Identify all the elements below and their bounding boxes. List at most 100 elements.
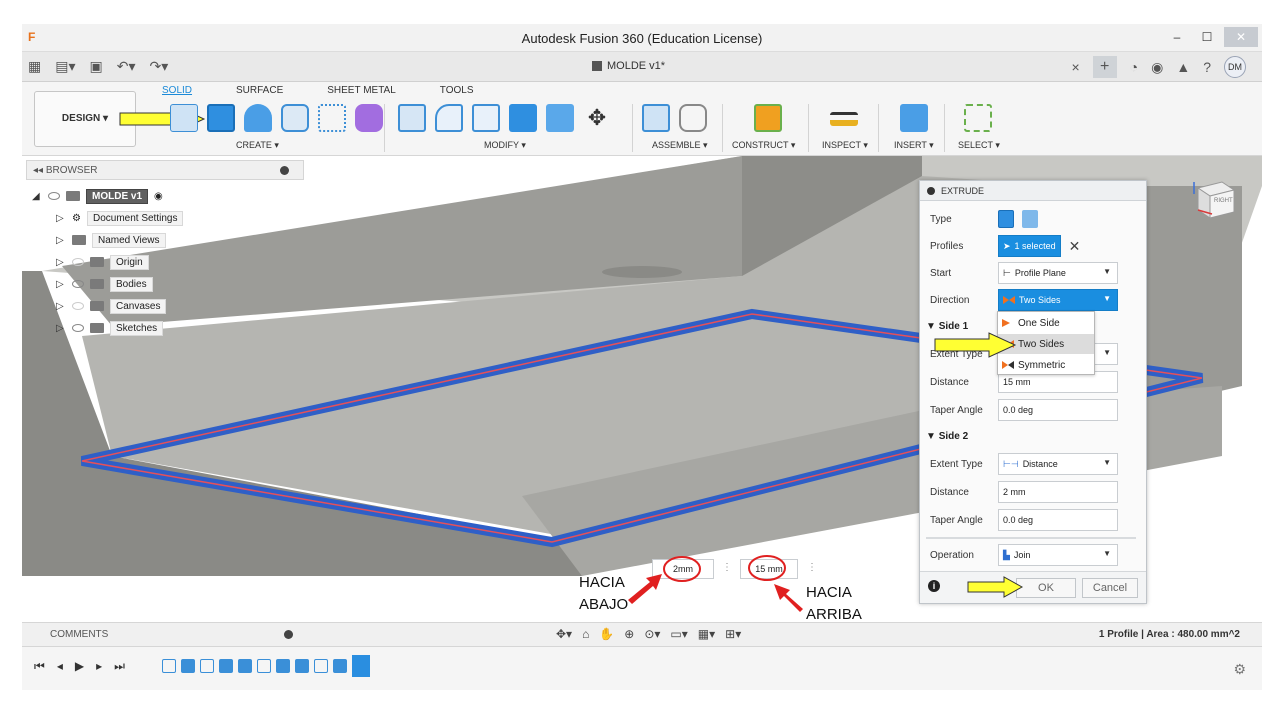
gear-icon[interactable]: ⚙ xyxy=(1233,661,1246,678)
timeline-sketch-icon[interactable] xyxy=(257,659,271,673)
data-panel-icon[interactable]: ▦ xyxy=(28,58,41,75)
expand-icon[interactable]: ▷ xyxy=(56,323,66,334)
inspect-menu[interactable]: INSPECT ▾ xyxy=(822,140,868,151)
viewcube[interactable]: RIGHT xyxy=(1192,180,1236,220)
create-form-icon[interactable] xyxy=(355,104,383,132)
timeline-extrude-icon[interactable] xyxy=(181,659,195,673)
profiles-selector[interactable]: ➤ 1 selected xyxy=(998,235,1061,257)
job-status-icon[interactable]: ◔ xyxy=(1130,59,1138,75)
create-menu[interactable]: CREATE ▾ xyxy=(236,140,279,151)
hidden-visibility-icon[interactable] xyxy=(72,302,84,310)
new-tab-button[interactable]: + xyxy=(1092,56,1117,78)
pan-icon[interactable]: ✋ xyxy=(599,627,614,641)
expand-icon[interactable]: ▷ xyxy=(56,213,66,224)
side2-distance-input[interactable]: 2 mm xyxy=(998,481,1118,503)
joint-icon[interactable] xyxy=(679,104,707,132)
tree-item-sketches[interactable]: ▷ Sketches xyxy=(32,317,304,339)
activate-icon[interactable]: ◉ xyxy=(154,191,163,202)
measure-icon[interactable] xyxy=(830,112,858,126)
construct-menu[interactable]: CONSTRUCT ▾ xyxy=(732,140,795,151)
file-menu-icon[interactable]: ▤▾ xyxy=(55,58,75,75)
cancel-button[interactable]: Cancel xyxy=(1082,578,1138,598)
solid-extrude-icon[interactable] xyxy=(998,210,1014,228)
go-to-end-icon[interactable]: ⏭ xyxy=(114,659,125,674)
side1-header[interactable]: ▼ Side 1 xyxy=(926,321,968,332)
hidden-visibility-icon[interactable] xyxy=(72,258,84,266)
fillet-icon[interactable] xyxy=(435,104,463,132)
direction-option-one-side[interactable]: One Side xyxy=(998,313,1094,333)
visibility-icon[interactable] xyxy=(48,192,60,200)
timeline-extrude-icon[interactable] xyxy=(276,659,290,673)
help-icon[interactable]: ? xyxy=(1203,59,1211,75)
expand-icon[interactable]: ▷ xyxy=(56,257,66,268)
viewports-icon[interactable]: ⊞▾ xyxy=(725,627,741,641)
avatar[interactable]: DM xyxy=(1224,56,1246,78)
offset-plane-icon[interactable] xyxy=(754,104,782,132)
direction-option-symmetric[interactable]: Symmetric xyxy=(998,355,1094,375)
start-select[interactable]: ⊢ Profile Plane ▼ xyxy=(998,262,1118,284)
tree-item-document-settings[interactable]: ▷ ⚙ Document Settings xyxy=(32,207,304,229)
new-component-icon[interactable] xyxy=(642,104,670,132)
tree-item-canvases[interactable]: ▷ Canvases xyxy=(32,295,304,317)
undo-icon[interactable]: ↶▾ xyxy=(117,58,136,75)
insert-menu[interactable]: INSERT ▾ xyxy=(894,140,934,151)
split-body-icon[interactable] xyxy=(546,104,574,132)
timeline-sketch-icon[interactable] xyxy=(162,659,176,673)
expand-icon[interactable]: ▷ xyxy=(56,301,66,312)
dialog-collapse-icon[interactable] xyxy=(927,186,935,195)
dialog-header[interactable]: EXTRUDE xyxy=(920,181,1146,201)
clear-selection-button[interactable]: ✕ xyxy=(1069,238,1081,255)
tab-surface[interactable]: SURFACE xyxy=(236,85,283,96)
maximize-button[interactable]: ☐ xyxy=(1194,27,1220,47)
expand-icon[interactable]: ▷ xyxy=(56,235,66,246)
thin-extrude-icon[interactable] xyxy=(1022,210,1038,228)
tree-item-bodies[interactable]: ▷ Bodies xyxy=(32,273,304,295)
step-forward-icon[interactable]: ▸ xyxy=(96,659,102,674)
ok-button[interactable]: OK xyxy=(1016,578,1076,598)
timeline-sketch-icon[interactable] xyxy=(314,659,328,673)
grid-icon[interactable]: ▦▾ xyxy=(698,627,715,641)
new-sketch-icon[interactable] xyxy=(170,104,198,132)
go-to-start-icon[interactable]: ⏮ xyxy=(34,659,45,674)
timeline-extrude-icon[interactable] xyxy=(238,659,252,673)
redo-icon[interactable]: ↷▾ xyxy=(150,58,169,75)
hole-icon[interactable] xyxy=(281,104,309,132)
pattern-icon[interactable] xyxy=(318,104,346,132)
document-tab[interactable]: MOLDE v1* xyxy=(592,60,665,72)
step-back-icon[interactable]: ◂ xyxy=(57,659,63,674)
browser-header[interactable]: ◂◂ BROWSER xyxy=(26,160,304,180)
save-icon[interactable]: ▣ xyxy=(90,58,103,75)
combine-icon[interactable] xyxy=(509,104,537,132)
tab-tools[interactable]: TOOLS xyxy=(440,85,474,96)
tab-solid[interactable]: SOLID xyxy=(162,85,192,96)
modify-menu[interactable]: MODIFY ▾ xyxy=(484,140,526,151)
tree-item-named-views[interactable]: ▷ Named Views xyxy=(32,229,304,251)
expand-icon[interactable]: ◢ xyxy=(32,191,42,202)
extensions-icon[interactable]: ◉ xyxy=(1151,59,1163,76)
zoom-icon[interactable]: ⊕ xyxy=(624,627,634,641)
side2-header[interactable]: ▼ Side 2 xyxy=(926,431,968,442)
play-icon[interactable]: ▶ xyxy=(75,659,84,674)
look-at-icon[interactable]: ⌂ xyxy=(582,627,589,641)
assemble-menu[interactable]: ASSEMBLE ▾ xyxy=(652,140,708,151)
timeline-marker[interactable] xyxy=(352,655,370,677)
info-icon[interactable]: i xyxy=(928,580,940,592)
side1-taper-input[interactable]: 0.0 deg xyxy=(998,399,1118,421)
timeline-extrude-icon[interactable] xyxy=(333,659,347,673)
notifications-icon[interactable]: ▲ xyxy=(1176,59,1190,75)
insert-image-icon[interactable] xyxy=(900,104,928,132)
display-settings-icon[interactable]: ▭▾ xyxy=(670,627,687,641)
visibility-icon[interactable] xyxy=(72,324,84,332)
side1-distance-manipulator[interactable]: 15 mm xyxy=(740,559,798,579)
revolve-icon[interactable] xyxy=(244,104,272,132)
expand-icon[interactable]: ▷ xyxy=(56,279,66,290)
press-pull-icon[interactable] xyxy=(398,104,426,132)
collapse-icon[interactable]: ◂◂ xyxy=(33,165,46,176)
close-tab-button[interactable]: × xyxy=(1071,59,1079,75)
operation-select[interactable]: ▙ Join ▼ xyxy=(998,544,1118,566)
select-window-icon[interactable] xyxy=(964,104,992,132)
side2-extent-select[interactable]: ⊢⊣ Distance ▼ xyxy=(998,453,1118,475)
select-menu[interactable]: SELECT ▾ xyxy=(958,140,1000,151)
pin-icon[interactable] xyxy=(280,166,289,175)
extrude-icon[interactable] xyxy=(207,104,235,132)
